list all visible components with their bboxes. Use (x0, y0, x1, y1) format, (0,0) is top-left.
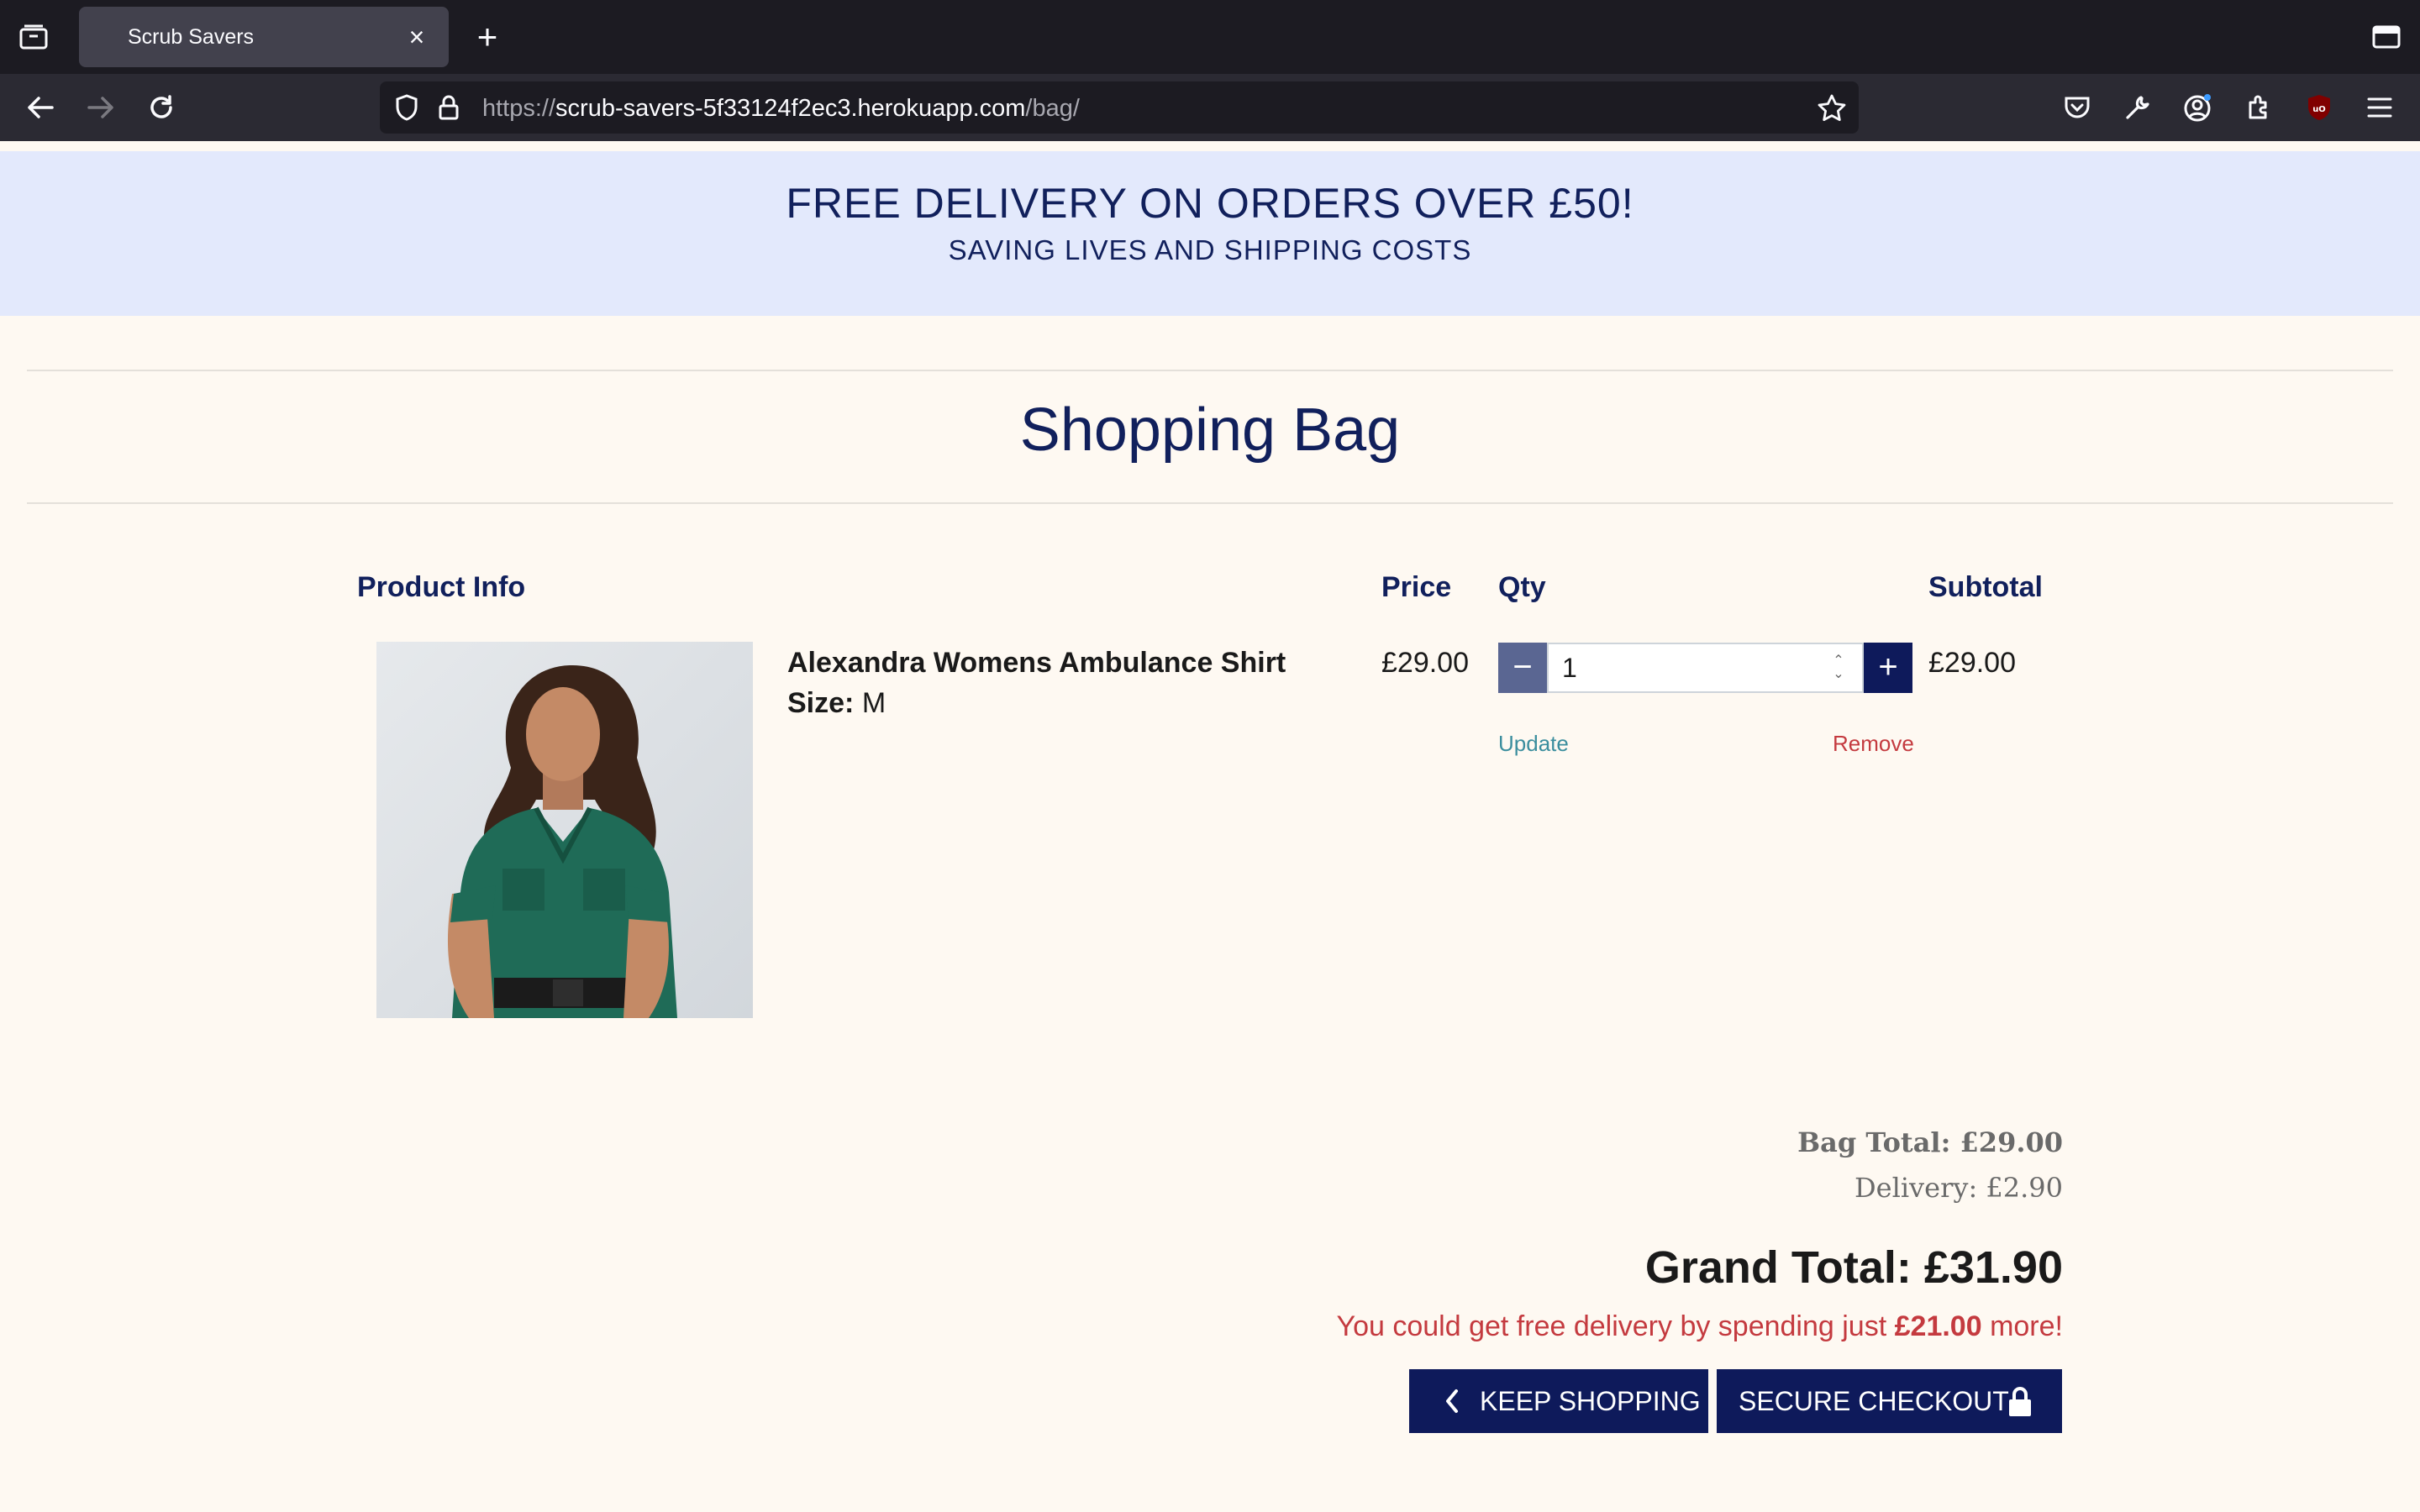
forward-arrow-icon[interactable] (81, 89, 121, 126)
free-delivery-amount: £21.00 (1894, 1310, 1982, 1342)
banner-subline: SAVING LIVES AND SHIPPING COSTS (948, 234, 1472, 265)
ublock-origin-icon[interactable]: uO (2302, 91, 2336, 124)
tab-title: Scrub Savers (128, 25, 255, 49)
header-subtotal: Subtotal (1928, 571, 2043, 603)
page-title: Shopping Bag (1019, 396, 1401, 464)
keep-shopping-button[interactable]: KEEP SHOPPING (1409, 1369, 1708, 1433)
free-delivery-prefix: You could get free delivery by spending … (1336, 1310, 1887, 1342)
chrome-divider (0, 141, 2420, 151)
url-domain: scrub-savers-5f33124f2ec3.herokuapp.com (555, 95, 1026, 122)
close-tab-icon[interactable]: × (400, 20, 434, 54)
menu-hamburger-icon[interactable] (2363, 91, 2396, 124)
svg-text:uO: uO (2312, 105, 2326, 114)
size-label: Size: (787, 687, 855, 719)
shield-icon[interactable] (392, 92, 422, 123)
delivery-cost: Delivery: £2.90 (1854, 1172, 2063, 1204)
keep-shopping-label: KEEP SHOPPING (1480, 1386, 1701, 1416)
product-price: £29.00 (1381, 647, 1469, 679)
lock-icon[interactable] (434, 92, 464, 123)
product-subtotal: £29.00 (1928, 647, 2016, 679)
chevron-left-icon (1443, 1369, 1461, 1456)
qty-spinner-icon[interactable]: ⌃ ⌄ (1828, 654, 1849, 681)
url-text[interactable]: https://scrub-savers-5f33124f2ec3.heroku… (482, 94, 1080, 123)
reload-icon[interactable] (141, 89, 182, 126)
free-delivery-message: You could get free delivery by spending … (1337, 1309, 2063, 1344)
header-product-info: Product Info (357, 571, 526, 603)
divider-bottom (27, 502, 2393, 504)
address-bar[interactable]: https://scrub-savers-5f33124f2ec3.heroku… (380, 81, 1859, 134)
qty-value: 1 (1562, 653, 1577, 683)
browser-tab-bar: Scrub Savers × + (0, 0, 2420, 74)
qty-increment-button[interactable]: + (1864, 643, 1912, 693)
new-tab-icon[interactable]: + (469, 18, 506, 55)
account-icon[interactable] (2181, 91, 2215, 124)
list-tabs-icon[interactable] (2370, 22, 2403, 52)
tab-manager-icon[interactable] (17, 22, 50, 52)
product-size: Size: M (787, 685, 886, 721)
secure-checkout-button[interactable]: SECURE CHECKOUT (1717, 1369, 2062, 1433)
free-delivery-suffix: more! (1990, 1310, 2063, 1342)
qty-input[interactable]: 1 ⌃ ⌄ (1547, 643, 1864, 693)
pocket-icon[interactable] (2060, 91, 2094, 124)
secure-checkout-label: SECURE CHECKOUT (1739, 1386, 2009, 1416)
browser-nav-bar: https://scrub-savers-5f33124f2ec3.heroku… (0, 74, 2420, 141)
grand-total: Grand Total: £31.90 (1644, 1242, 2063, 1293)
delivery-banner: FREE DELIVERY ON ORDERS OVER £50! SAVING… (0, 151, 2420, 316)
qty-decrement-button[interactable]: − (1498, 643, 1547, 693)
header-qty: Qty (1498, 571, 1546, 603)
size-value: M (861, 687, 886, 719)
bag-total: Bag Total: £29.00 (1797, 1126, 2063, 1158)
back-arrow-icon[interactable] (20, 89, 60, 126)
lock-icon (2006, 1369, 2034, 1456)
url-path: /bag/ (1025, 95, 1080, 122)
browser-tab[interactable]: Scrub Savers × (79, 7, 449, 67)
product-image (376, 642, 753, 1018)
divider-top (27, 370, 2393, 371)
wrench-icon[interactable] (2121, 91, 2154, 124)
url-scheme: https:// (482, 95, 556, 122)
update-link[interactable]: Update (1498, 729, 1569, 758)
bookmark-star-icon[interactable] (1817, 92, 1847, 123)
banner-headline: FREE DELIVERY ON ORDERS OVER £50! (786, 180, 1634, 227)
extensions-icon[interactable] (2242, 91, 2275, 124)
product-name: Alexandra Womens Ambulance Shirt (787, 647, 1286, 679)
header-price: Price (1381, 571, 1452, 603)
remove-link[interactable]: Remove (1833, 729, 1914, 758)
